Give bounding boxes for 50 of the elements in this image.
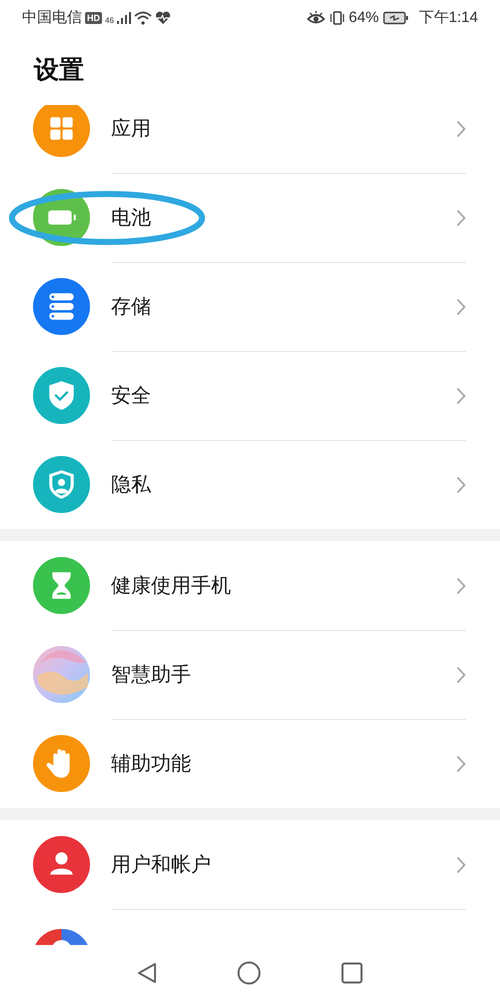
chevron-right-icon [456,298,466,316]
settings-item[interactable]: 存储 [0,262,500,351]
hand-icon [33,735,90,792]
hd-badge: HD [85,12,102,24]
chevron-right-icon [456,666,466,684]
item-label: 智慧助手 [111,662,192,688]
settings-item[interactable]: 智慧助手 [0,630,500,719]
heart-icon [154,11,171,25]
item-label: 安全 [111,384,152,408]
item-label: 隐私 [111,472,152,498]
eye-icon [306,11,325,25]
item-label: 电池 [111,206,152,230]
settings-item[interactable]: 用户和帐户 [0,820,500,909]
signal-icon [116,11,131,25]
item-label: 用户和帐户 [111,852,212,878]
chevron-right-icon [456,120,466,138]
carrier-name: 中国电信 [22,8,82,28]
settings-item[interactable]: 健康使用手机 [0,541,500,630]
chevron-right-icon [456,754,466,772]
settings-item[interactable]: 电池 [0,173,500,262]
item-label: 辅助功能 [111,752,192,776]
hourglass-icon [33,557,90,614]
user-icon [33,836,90,893]
item-label: 应用 [111,116,152,142]
back-icon[interactable] [137,962,157,984]
page-title: 设置 [34,54,84,86]
item-label: 存储 [111,294,152,320]
chevron-right-icon [456,386,466,404]
shield-person-icon [33,456,90,513]
clock-time: 下午1:14 [418,8,478,28]
chevron-right-icon [456,208,466,226]
battery-percent: 64% [348,8,379,28]
recent-apps-icon[interactable] [341,962,363,984]
settings-item[interactable]: 安全 [0,351,500,440]
item-label: 健康使用手机 [111,574,232,598]
settings-item[interactable]: 辅助功能 [0,719,500,808]
shield-check-icon [33,367,90,424]
assistant-orb-icon [33,646,90,703]
chevron-right-icon [456,576,466,594]
vibrate-icon [328,10,345,26]
home-icon[interactable] [237,960,261,984]
wifi-icon [134,11,152,25]
chevron-right-icon [456,476,466,494]
battery-charging-icon [382,11,409,25]
network-type: 46 [105,14,114,27]
battery-icon [33,189,90,246]
settings-item[interactable]: 隐私 [0,440,500,529]
storage-stack-icon [33,278,90,335]
settings-item[interactable]: 应用 [0,105,500,173]
chevron-right-icon [456,856,466,874]
